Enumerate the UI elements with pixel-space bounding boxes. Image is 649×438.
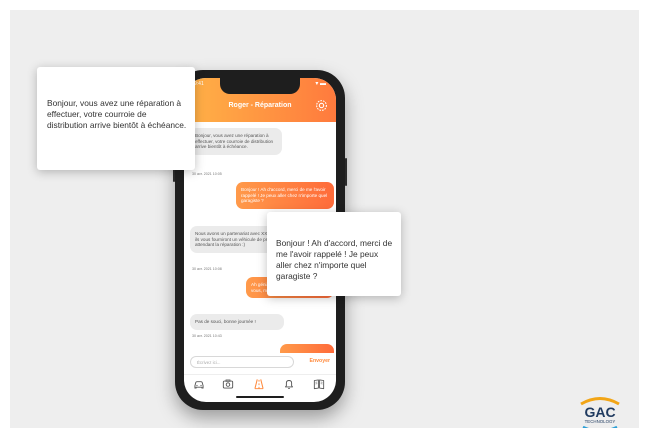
logo-name: GAC xyxy=(584,404,615,420)
message-timestamp: 30 avr. 2021 10:05 xyxy=(192,172,222,176)
bell-icon[interactable] xyxy=(282,377,296,391)
app-title: Roger - Réparation xyxy=(228,102,292,109)
message-timestamp: 30 avr. 2021 10:08 xyxy=(192,267,222,271)
stage: 9:41 ▾ ▬ Roger - Réparation Bonjour, vou… xyxy=(10,10,639,428)
message-bubble-incoming: Pas de souci, bonne journée ! xyxy=(190,314,284,330)
composer: Écrivez ici... Envoyer xyxy=(184,354,336,372)
callout-left: Bonjour, vous avez une réparation à effe… xyxy=(37,67,195,170)
message-bubble-outgoing: Bonjour ! Ah d'accord, merci de me l'avo… xyxy=(236,182,334,209)
callout-right: Bonjour ! Ah d'accord, merci de me l'avo… xyxy=(267,212,401,296)
notch xyxy=(220,78,300,94)
callout-left-text: Bonjour, vous avez une réparation à effe… xyxy=(47,98,187,130)
logo-sub: TECHNOLOGY xyxy=(585,419,616,424)
message-timestamp: 30 avr. 2021 10:43 xyxy=(192,334,222,338)
status-icons: ▾ ▬ xyxy=(315,81,326,87)
gac-logo: GAC TECHNOLOGY xyxy=(575,393,625,428)
message-bubble-outgoing-partial xyxy=(280,344,334,353)
gac-logo-mark: GAC TECHNOLOGY xyxy=(580,397,620,428)
message-input[interactable]: Écrivez ici... xyxy=(190,356,294,368)
road-icon[interactable] xyxy=(252,377,266,391)
callout-right-text: Bonjour ! Ah d'accord, merci de me l'avo… xyxy=(276,238,393,281)
car-icon[interactable] xyxy=(192,377,206,391)
app-header: 9:41 ▾ ▬ Roger - Réparation xyxy=(184,78,336,122)
send-button[interactable]: Envoyer xyxy=(310,358,330,364)
settings-icon[interactable] xyxy=(315,99,328,112)
camera-icon[interactable] xyxy=(221,377,235,391)
tab-bar xyxy=(184,374,336,395)
book-icon[interactable] xyxy=(312,377,326,391)
message-bubble-incoming: Bonjour, vous avez une réparation à effe… xyxy=(190,128,282,155)
home-indicator xyxy=(236,396,284,398)
power-button xyxy=(345,158,347,186)
status-time: 9:41 xyxy=(194,81,204,87)
